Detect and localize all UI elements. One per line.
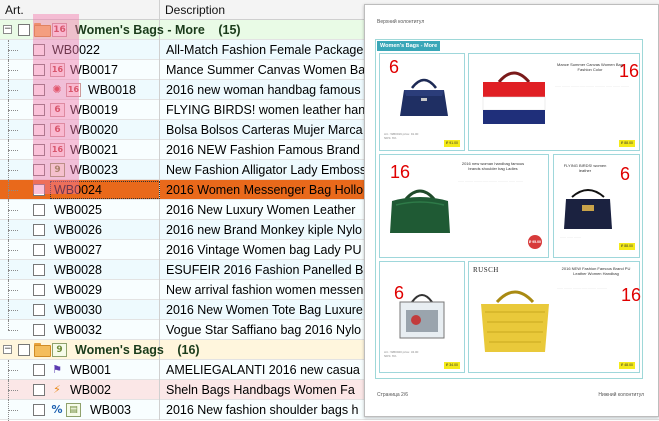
article-code: WB003 [90, 403, 131, 417]
card-title: 2016 NEW Fashion Famous Brand PU Leather… [561, 266, 631, 276]
article-code: WB0023 [70, 163, 118, 177]
discount-badge-icon: 16 [50, 63, 65, 77]
card-number: 16 [390, 162, 411, 182]
article-code: WB0032 [54, 323, 102, 337]
group-count: (16) [177, 343, 200, 357]
row-checkbox[interactable] [33, 164, 45, 176]
card-title: FLYING BIRDS! women leather [563, 163, 607, 173]
article-code: WB002 [70, 383, 111, 397]
price-tag: ₽ 91.00 [444, 140, 460, 147]
discount-badge-icon: 6 [50, 103, 65, 117]
row-checkbox[interactable] [33, 204, 45, 216]
article-code: WB0019 [70, 103, 118, 117]
article-code: WB001 [70, 363, 111, 377]
preview-group-label: Women's Bags - More [377, 41, 441, 51]
article-code: WB0028 [54, 263, 102, 277]
folder-icon [34, 23, 51, 37]
bag-image-black [564, 189, 612, 229]
card-title: Mance Summer Canvas Women Bag Fashion Co… [557, 62, 623, 72]
card-number: 6 [620, 164, 631, 184]
article-code: WB0017 [70, 63, 118, 77]
brand-logo: RUSCH [473, 266, 499, 274]
folder-icon [34, 343, 51, 357]
row-checkbox[interactable] [33, 284, 45, 296]
page-footer-right: Нижний колонтитул [598, 392, 644, 398]
row-checkbox[interactable] [33, 324, 45, 336]
article-code: WB0024 [54, 183, 102, 197]
flag-icon: ⚑ [52, 363, 62, 376]
article-code: WB0026 [54, 223, 102, 237]
product-card: 6 FLYING BIRDS! women leather ······ ···… [553, 154, 640, 258]
bag-image-transparent [399, 294, 445, 339]
article-code: WB0018 [88, 83, 136, 97]
collapse-toggle-icon[interactable]: − [3, 345, 12, 354]
group-checkbox[interactable] [18, 24, 30, 36]
award-seal-icon: ✺ [52, 83, 62, 96]
group-badge-icon: 16 [52, 23, 67, 37]
page-footer-left: Страница 2/6 [377, 392, 409, 398]
article-code: WB0025 [54, 203, 102, 217]
row-checkbox[interactable] [33, 84, 45, 96]
price-tag: ₽ 34.00 [444, 362, 460, 369]
bag-image-yellow [481, 290, 549, 352]
bag-image-navy [400, 78, 448, 116]
row-checkbox[interactable] [33, 104, 45, 116]
vat-badge-icon: 9 [50, 163, 65, 177]
row-checkbox[interactable] [33, 184, 45, 196]
product-card: 16 Mance Summer Canvas Women Bag Fashion… [468, 53, 640, 151]
group-title: Women's Bags [75, 343, 164, 357]
collapse-toggle-icon[interactable]: − [3, 25, 12, 34]
row-checkbox[interactable] [33, 304, 45, 316]
group-badge-icon: 9 [52, 343, 67, 357]
row-checkbox[interactable] [33, 364, 45, 376]
row-checkbox[interactable] [33, 124, 45, 136]
article-code: WB0027 [54, 243, 102, 257]
bag-image-striped [482, 71, 546, 124]
card-details: Art.: WB0019 price: 91.00 NDS: 6% [384, 132, 419, 140]
column-header-art[interactable]: Art. [0, 0, 160, 20]
row-checkbox[interactable] [33, 404, 45, 416]
product-card: RUSCH 16 2016 NEW Fashion Famous Brand P… [468, 261, 642, 373]
card-title: 2016 new woman handbag famous brands sho… [461, 161, 525, 171]
product-card: 6 Art.: WB0019 price: 91.00 NDS: 6% ₽ 91… [379, 53, 465, 151]
preview-content-frame: Women's Bags - More 6 Art.: WB0019 price… [375, 39, 643, 379]
price-tag: ₽ 88.00 [619, 243, 635, 250]
row-checkbox[interactable] [33, 384, 45, 396]
lightning-icon: ⚡ [53, 383, 61, 396]
group-title: Women's Bags - More [75, 23, 205, 37]
page-header-text: Верхний колонтитул [377, 19, 425, 25]
card-details: Art.: WB0020 price: 34.00 NDS: 6% [384, 350, 419, 358]
article-code: WB0022 [52, 43, 100, 57]
print-preview-page[interactable]: Верхний колонтитул Women's Bags - More 6… [364, 4, 659, 417]
price-tag: ₽ 88.00 [619, 140, 635, 147]
row-checkbox[interactable] [33, 244, 45, 256]
product-card: 16 2016 new woman handbag famous brands … [379, 154, 549, 258]
row-checkbox[interactable] [33, 264, 45, 276]
article-code: WB0029 [54, 283, 102, 297]
row-checkbox[interactable] [33, 64, 45, 76]
group-checkbox[interactable] [18, 344, 30, 356]
discount-badge-icon: 16 [66, 83, 81, 97]
row-checkbox[interactable] [33, 44, 45, 56]
card-number: 16 [621, 285, 642, 305]
row-checkbox[interactable] [33, 144, 45, 156]
product-card: 6 Art.: WB0020 price: 34.00 NDS: 6% ₽ 34… [379, 261, 465, 373]
article-code: WB0030 [54, 303, 102, 317]
bag-image-green [390, 189, 450, 233]
percent-icon: % [51, 403, 63, 416]
price-tag: ₽ 48.00 [619, 362, 635, 369]
discount-badge-icon: 6 [50, 123, 65, 137]
group-count: (15) [218, 23, 241, 37]
article-code: WB0021 [70, 143, 118, 157]
vat-badge-icon: ▤ [66, 403, 81, 417]
article-code: WB0020 [70, 123, 118, 137]
price-stamp: ₽ 95.00 [528, 235, 542, 249]
row-checkbox[interactable] [33, 224, 45, 236]
discount-badge-icon: 16 [50, 143, 65, 157]
